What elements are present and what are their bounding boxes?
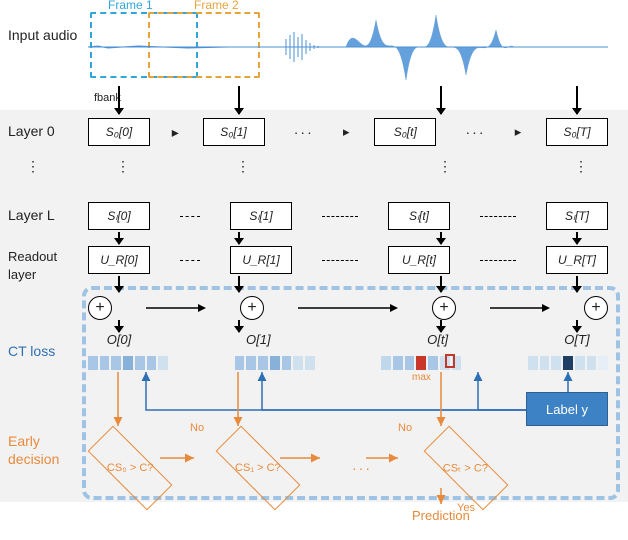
label-early-decision: Early decision	[8, 432, 80, 468]
label-y-box: Label y	[526, 392, 608, 426]
readout-box: U_R[0]	[88, 246, 150, 274]
readout-box: U_R[T]	[546, 246, 608, 274]
arrow-right-icon	[146, 303, 206, 313]
row-plus: + + + +	[88, 296, 608, 320]
label-readout-layer: Readout layer	[8, 248, 80, 284]
max-label: max	[412, 372, 431, 383]
state-box: S₀[t]	[374, 118, 436, 146]
no-label: No	[190, 422, 204, 434]
vertical-dots: ⋮	[438, 158, 452, 175]
state-box: S₀[0]	[88, 118, 150, 146]
label-layer0: Layer 0	[8, 122, 80, 140]
add-icon: +	[432, 296, 456, 320]
label-y-text: Label y	[546, 402, 588, 417]
row-outputs: O[0] O[1] O[t] O[T]	[88, 332, 608, 347]
heatmap	[528, 356, 608, 370]
arrow-down-icon	[118, 276, 120, 292]
arrow-dots: ▸	[171, 124, 181, 141]
output-label: O[t]	[407, 332, 469, 347]
decision-text: CS₀ > C?	[107, 462, 153, 474]
waveform-icon	[88, 10, 608, 84]
arrow-down-icon	[118, 86, 120, 114]
heatmap	[235, 356, 315, 370]
waveform-area: Frame 1 Frame 2	[88, 10, 608, 84]
dots: ···	[458, 124, 494, 140]
arrow-dots: ▸	[343, 124, 353, 140]
output-label: O[1]	[227, 332, 289, 347]
max-highlight-box	[445, 354, 455, 368]
decision-node: No CS₁ > C?	[216, 438, 300, 498]
decision-node: CS₀ > C?	[88, 438, 172, 498]
state-box: S₀[T]	[546, 118, 608, 146]
row-decisions: CS₀ > C? No CS₁ > C? ··· No CSₜ > C? Yes	[88, 438, 508, 498]
arrow-dots: ▸	[515, 124, 525, 140]
decision-text: CSₜ > C?	[443, 462, 488, 475]
vertical-dots: ⋮	[26, 158, 40, 175]
arrow-down-icon	[238, 232, 240, 244]
row-layerL: Sₗ[0] Sₗ[1] Sₗ[t] Sₗ[T]	[88, 202, 608, 230]
dash-connector	[180, 260, 200, 261]
row-layer0: S₀[0] ▸ S₀[1] ··· ▸ S₀[t] ··· ▸ S₀[T]	[88, 118, 608, 146]
output-label: O[0]	[88, 332, 150, 347]
add-icon: +	[240, 296, 264, 320]
state-box: Sₗ[T]	[546, 202, 608, 230]
prediction-label: Prediction	[412, 508, 470, 523]
arrow-right-icon	[490, 303, 550, 313]
vertical-dots: ⋮	[236, 158, 250, 175]
dash-connector	[322, 216, 358, 217]
dash-connector	[322, 260, 358, 261]
readout-box: U_R[t]	[388, 246, 450, 274]
vertical-dots: ⋮	[574, 158, 588, 175]
decision-text: CS₁ > C?	[235, 462, 281, 474]
dots: ···	[286, 124, 322, 140]
state-box: S₀[1]	[203, 118, 265, 146]
arrow-down-icon	[576, 276, 578, 292]
label-layerL: Layer L	[8, 206, 80, 224]
no-label: No	[398, 422, 412, 434]
decision-node: No CSₜ > C? Yes	[424, 438, 508, 498]
arrow-down-icon	[238, 86, 240, 114]
dash-connector	[180, 216, 200, 217]
vertical-dots: ⋮	[116, 158, 130, 175]
fbank-row: fbank	[88, 84, 608, 104]
arrow-down-icon	[440, 276, 442, 292]
state-box: Sₗ[1]	[230, 202, 292, 230]
arrow-down-icon	[118, 320, 120, 332]
label-ct-loss: CT loss	[8, 342, 80, 360]
arrow-down-icon	[576, 320, 578, 332]
arrow-right-icon	[298, 303, 398, 313]
fbank-label: fbank	[94, 92, 121, 104]
heatmap	[88, 356, 168, 370]
dash-connector	[480, 260, 516, 261]
arrow-down-icon	[576, 86, 578, 114]
arrow-down-icon	[440, 320, 442, 332]
arrow-down-icon	[238, 320, 240, 332]
arrow-down-icon	[440, 232, 442, 244]
add-icon: +	[584, 296, 608, 320]
label-input-audio: Input audio	[8, 26, 80, 44]
arrow-down-icon	[118, 232, 120, 244]
output-label: O[T]	[546, 332, 608, 347]
state-box: Sₗ[t]	[388, 202, 450, 230]
row-readout: U_R[0] U_R[1] U_R[t] U_R[T]	[88, 246, 608, 274]
dash-connector	[480, 216, 516, 217]
row-heatmaps	[88, 356, 608, 370]
state-box: Sₗ[0]	[88, 202, 150, 230]
arrow-down-icon	[576, 232, 578, 244]
arrow-down-icon	[440, 86, 442, 114]
readout-box: U_R[1]	[230, 246, 292, 274]
arrow-down-icon	[238, 276, 240, 292]
dots-orange: ···	[344, 460, 380, 476]
add-icon: +	[88, 296, 112, 320]
